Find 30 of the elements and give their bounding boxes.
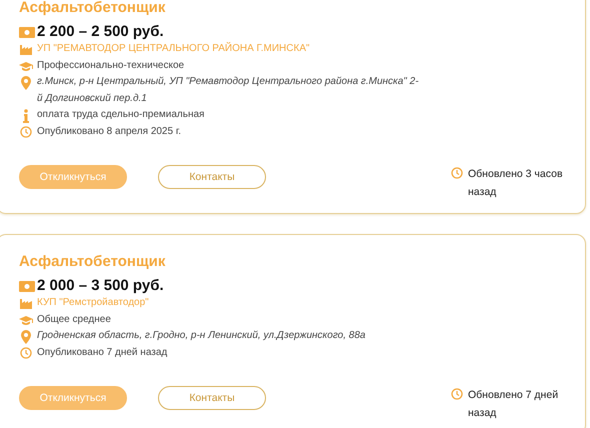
contacts-button[interactable]: Контакты: [158, 165, 266, 189]
clock-icon: [450, 388, 464, 400]
respond-button[interactable]: Откликнуться: [19, 386, 127, 410]
clock-icon: [19, 126, 33, 138]
clock-icon: [450, 167, 464, 179]
vacancy-title[interactable]: Асфальтобетонщик: [19, 253, 585, 271]
employer-link[interactable]: КУП "Ремстройавтодор": [37, 295, 149, 312]
graduation-cap-icon: [19, 60, 33, 72]
money-icon: [19, 26, 35, 38]
graduation-cap-icon: [19, 314, 33, 326]
factory-icon: [19, 43, 33, 55]
published-text: Опубликовано 8 апреля 2025 г.: [37, 124, 182, 138]
employer-link[interactable]: УП "РЕМАВТОДОР ЦЕНТРАЛЬНОГО РАЙОНА Г.МИНСКА": [37, 41, 310, 58]
location-pin-icon: [19, 330, 33, 344]
salary: 2 200 – 2 500 руб.: [37, 23, 164, 41]
address-text: Гродненская область, г.Гродно, р-н Ленинский, ул.Дзержинского, 88а: [37, 329, 366, 343]
respond-button[interactable]: Откликнуться: [19, 165, 127, 189]
updated-text: Обновлено 7 дней назад: [468, 388, 560, 421]
contacts-button[interactable]: Контакты: [158, 386, 266, 410]
vacancy-title[interactable]: Асфальтобетонщик: [19, 0, 585, 17]
salary: 2 000 – 3 500 руб.: [37, 277, 164, 295]
updated-text: Обновлено 3 часов назад: [468, 167, 564, 200]
money-icon: [19, 280, 35, 292]
clock-icon: [19, 346, 33, 358]
info-text: оплата труда сдельно-премиальная: [37, 108, 204, 122]
published-text: Опубликовано 7 дней назад: [37, 346, 168, 360]
location-pin-icon: [19, 76, 33, 90]
factory-icon: [19, 297, 33, 309]
education-text: Общее среднее: [37, 312, 111, 326]
education-text: Профессионально-техническое: [37, 58, 184, 72]
